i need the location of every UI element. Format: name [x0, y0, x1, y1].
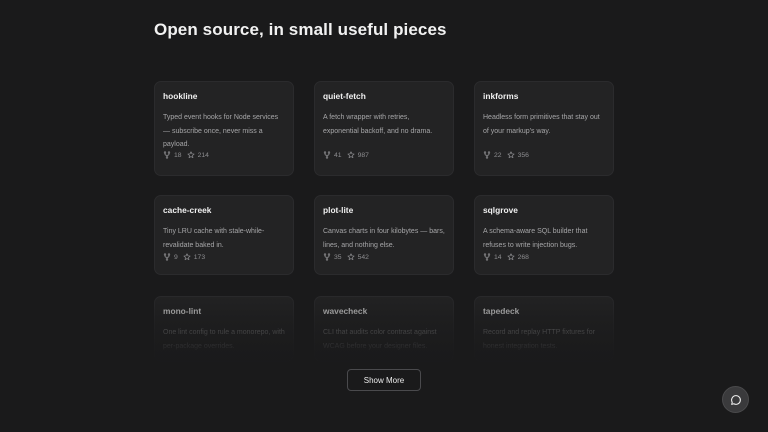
project-stats: 41 987: [323, 151, 445, 159]
project-name[interactable]: tapedeck: [483, 306, 605, 316]
project-description: Record and replay HTTP fixtures for hone…: [483, 329, 595, 350]
fork-count: 35: [323, 253, 342, 261]
project-card[interactable]: tapedeck Record and replay HTTP fixtures…: [474, 296, 614, 362]
project-stats: 14 268: [483, 253, 605, 261]
star-count-value: 542: [357, 253, 369, 261]
project-card[interactable]: hookline Typed event hooks for Node serv…: [154, 81, 294, 176]
page-title: Open source, in small useful pieces: [154, 20, 447, 39]
fork-icon: [483, 253, 491, 261]
project-name[interactable]: mono-lint: [163, 306, 285, 316]
star-icon: [347, 253, 355, 261]
project-description: CLI that audits color contrast against W…: [323, 329, 437, 350]
project-grid-row-3: mono-lint One lint config to rule a mono…: [154, 296, 614, 362]
project-name[interactable]: wavecheck: [323, 306, 445, 316]
star-count: 214: [187, 151, 209, 159]
project-card[interactable]: mono-lint One lint config to rule a mono…: [154, 296, 294, 362]
chat-button[interactable]: [722, 386, 749, 413]
project-stats: 22 356: [483, 151, 605, 159]
star-icon: [507, 253, 515, 261]
star-count: 268: [507, 253, 529, 261]
star-count: 356: [507, 151, 529, 159]
chat-bubble-icon: [730, 394, 741, 405]
star-icon: [347, 151, 355, 159]
project-card[interactable]: cache-creek Tiny LRU cache with stale-wh…: [154, 195, 294, 275]
project-card[interactable]: quiet-fetch A fetch wrapper with retries…: [314, 81, 454, 176]
star-count: 987: [347, 151, 369, 159]
star-count-value: 173: [193, 253, 206, 261]
project-name[interactable]: hookline: [163, 91, 285, 101]
fork-count-value: 35: [334, 253, 342, 261]
fork-icon: [163, 151, 171, 159]
project-card[interactable]: sqlgrove A schema-aware SQL builder that…: [474, 195, 614, 275]
project-description: One lint config to rule a monorepo, with…: [163, 329, 285, 350]
fork-count: 14: [483, 253, 502, 261]
fork-count-value: 9: [174, 253, 178, 261]
project-name[interactable]: inkforms: [483, 91, 605, 101]
project-description: Canvas charts in four kilobytes — bars, …: [323, 228, 445, 249]
project-card[interactable]: wavecheck CLI that audits color contrast…: [314, 296, 454, 362]
star-icon: [187, 151, 195, 159]
star-count: 173: [183, 253, 205, 261]
fork-count-value: 14: [494, 253, 502, 261]
star-count-value: 356: [517, 151, 529, 159]
fork-count-value: 22: [494, 151, 502, 159]
fork-count: 41: [323, 151, 342, 159]
star-icon: [507, 151, 515, 159]
project-name[interactable]: plot-lite: [323, 205, 445, 215]
project-description: A fetch wrapper with retries, exponentia…: [323, 114, 433, 135]
project-description: Tiny LRU cache with stale-while-revalida…: [163, 228, 265, 249]
fork-icon: [483, 151, 491, 159]
fork-count-value: 41: [334, 151, 342, 159]
project-grid-row-1: hookline Typed event hooks for Node serv…: [154, 81, 614, 176]
star-count-value: 214: [197, 151, 209, 159]
fork-count: 18: [163, 151, 182, 159]
fork-count: 22: [483, 151, 502, 159]
star-icon: [183, 253, 191, 261]
project-stats: 35 542: [323, 253, 445, 261]
project-name[interactable]: sqlgrove: [483, 205, 605, 215]
fork-count: 9: [163, 253, 178, 261]
project-name[interactable]: quiet-fetch: [323, 91, 445, 101]
project-card[interactable]: plot-lite Canvas charts in four kilobyte…: [314, 195, 454, 275]
star-count-value: 987: [357, 151, 369, 159]
fork-icon: [323, 151, 331, 159]
project-stats: 18 214: [163, 151, 285, 159]
fork-icon: [163, 253, 171, 261]
project-description: Typed event hooks for Node services — su…: [163, 114, 279, 148]
project-grid-row-2: cache-creek Tiny LRU cache with stale-wh…: [154, 195, 614, 275]
fork-count-value: 18: [174, 151, 182, 159]
project-name[interactable]: cache-creek: [163, 205, 285, 215]
project-stats: 9 173: [163, 253, 285, 261]
project-description: Headless form primitives that stay out o…: [483, 114, 600, 135]
project-description: A schema-aware SQL builder that refuses …: [483, 228, 588, 249]
fork-icon: [323, 253, 331, 261]
star-count-value: 268: [517, 253, 529, 261]
star-count: 542: [347, 253, 369, 261]
show-more-button[interactable]: Show More: [347, 369, 421, 391]
project-card[interactable]: inkforms Headless form primitives that s…: [474, 81, 614, 176]
